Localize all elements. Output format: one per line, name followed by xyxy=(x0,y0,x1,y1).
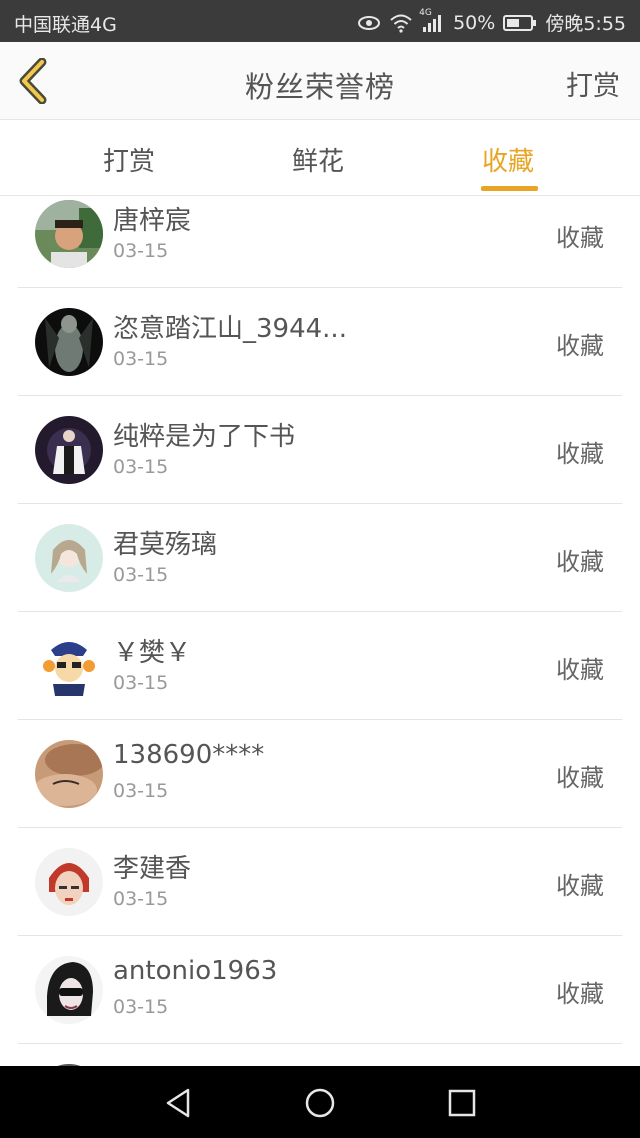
tab-favorites[interactable]: 收藏 xyxy=(482,141,534,178)
list-item[interactable]: 唐梓宸 03-15 收藏 xyxy=(18,197,622,288)
clock: 傍晚5:55 xyxy=(545,13,626,35)
fan-name: 纯粹是为了下书 xyxy=(113,422,296,452)
title-bar: 粉丝荣誉榜 打赏 xyxy=(0,42,640,120)
list-item[interactable]: 李建香 03-15 收藏 xyxy=(18,828,622,936)
fan-date: 03-15 xyxy=(113,996,169,1018)
back-triangle-icon xyxy=(166,1088,190,1118)
fan-action: 收藏 xyxy=(556,224,604,252)
fan-action: 收藏 xyxy=(556,764,604,792)
fan-name: 君莫殇璃 xyxy=(113,530,218,560)
home-circle-icon xyxy=(305,1088,335,1118)
avatar xyxy=(35,848,103,916)
fan-list[interactable]: 唐梓宸 03-15 收藏 恣意踏江山_3944... 03-15 收藏 纯粹是为… xyxy=(0,197,640,1066)
status-right: 4G 50% 傍晚5:55 xyxy=(357,8,626,36)
avatar xyxy=(35,200,103,268)
list-item[interactable]: 纯粹是为了下书 03-15 收藏 xyxy=(18,396,622,504)
avatar xyxy=(35,740,103,808)
list-item[interactable]: 恣意踏江山_3944... 03-15 收藏 xyxy=(18,288,622,396)
fan-action: 收藏 xyxy=(556,980,604,1008)
reward-button[interactable]: 打赏 xyxy=(566,64,620,103)
nav-back-button[interactable] xyxy=(161,1086,195,1120)
nav-recents-button[interactable] xyxy=(445,1086,479,1120)
list-item[interactable]: 君莫殇璃 03-15 收藏 xyxy=(18,504,622,612)
fan-date: 03-15 xyxy=(113,456,169,478)
fan-date: 03-15 xyxy=(113,780,169,802)
fan-date: 03-15 xyxy=(113,888,169,910)
list-item[interactable]: 138690**** 03-15 收藏 xyxy=(18,720,622,828)
fan-date: 03-15 xyxy=(113,564,169,586)
fan-action: 收藏 xyxy=(556,332,604,360)
active-tab-indicator xyxy=(481,186,538,191)
fan-name: 138690**** xyxy=(113,740,265,770)
fan-action: 收藏 xyxy=(556,548,604,576)
fan-action: 收藏 xyxy=(556,872,604,900)
fan-action: 收藏 xyxy=(556,440,604,468)
list-item[interactable]: antonio1963 03-15 收藏 xyxy=(18,936,622,1044)
fan-date: 03-15 xyxy=(113,240,169,262)
fan-action: 收藏 xyxy=(556,656,604,684)
fan-name: ￥樊￥ xyxy=(113,638,192,668)
system-nav-bar xyxy=(0,1066,640,1138)
tab-flowers[interactable]: 鲜花 xyxy=(292,141,344,178)
eye-icon xyxy=(357,14,381,32)
wifi-icon xyxy=(389,13,413,33)
signal-icon: 4G xyxy=(419,8,445,33)
fan-name: 李建香 xyxy=(113,854,192,884)
network-type-label: 4G xyxy=(419,7,432,18)
carrier-label: 中国联通4G xyxy=(14,14,117,36)
fan-name: 唐梓宸 xyxy=(113,206,192,236)
list-item[interactable] xyxy=(18,1044,622,1066)
fan-name: 恣意踏江山_3944... xyxy=(113,314,347,344)
tab-bar: 打赏 鲜花 收藏 xyxy=(0,121,640,196)
nav-home-button[interactable] xyxy=(303,1086,337,1120)
battery-icon xyxy=(503,14,537,32)
status-bar: 中国联通4G 4G 50% 傍晚5:55 xyxy=(0,0,640,42)
fan-name: antonio1963 xyxy=(113,956,278,986)
avatar xyxy=(35,632,103,700)
avatar xyxy=(35,956,103,1024)
avatar xyxy=(35,416,103,484)
tab-reward[interactable]: 打赏 xyxy=(103,141,155,178)
list-item[interactable]: ￥樊￥ 03-15 收藏 xyxy=(18,612,622,720)
fan-date: 03-15 xyxy=(113,672,169,694)
avatar xyxy=(35,308,103,376)
fan-date: 03-15 xyxy=(113,348,169,370)
recents-square-icon xyxy=(448,1089,476,1117)
battery-percent: 50% xyxy=(453,11,496,34)
avatar xyxy=(35,524,103,592)
page-title: 粉丝荣誉榜 xyxy=(244,70,395,104)
